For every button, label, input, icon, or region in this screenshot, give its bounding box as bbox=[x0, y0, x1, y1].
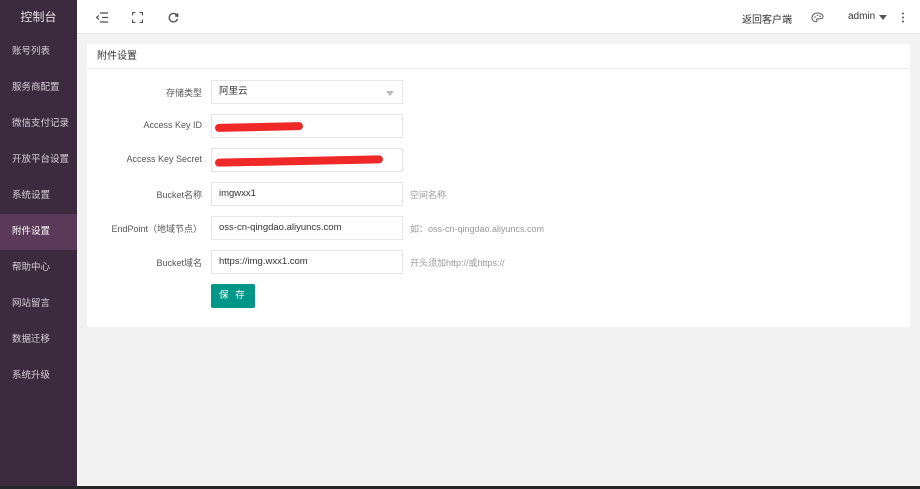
attachment-settings-panel: 附件设置 存储类型 阿里云 Access Key ID Access Key S… bbox=[87, 44, 910, 327]
form-row-access-key-secret: Access Key Secret bbox=[87, 148, 910, 172]
back-to-client-link[interactable]: 返回客户端 bbox=[742, 11, 792, 26]
panel-title: 附件设置 bbox=[87, 44, 910, 69]
storage-type-select[interactable]: 阿里云 bbox=[211, 80, 403, 104]
user-menu[interactable]: admin bbox=[848, 11, 875, 22]
sidebar-item-accounts[interactable]: 账号列表 bbox=[0, 34, 77, 70]
bucket-name-input[interactable]: imgwxx1 bbox=[211, 182, 403, 206]
sidebar-item-data-migration[interactable]: 数据迁移 bbox=[0, 322, 77, 358]
access-key-secret-label: Access Key Secret bbox=[126, 154, 202, 164]
caret-down-icon bbox=[875, 10, 891, 26]
chevron-down-icon bbox=[386, 91, 394, 96]
refresh-icon[interactable] bbox=[165, 9, 181, 25]
access-key-id-input[interactable] bbox=[211, 114, 403, 138]
sidebar-brand[interactable]: 控制台 bbox=[0, 0, 77, 34]
endpoint-hint: 如：oss-cn-qingdao.aliyuncs.com bbox=[410, 224, 545, 234]
save-button[interactable]: 保 存 bbox=[211, 284, 255, 308]
top-bar: 返回客户端 admin bbox=[77, 0, 920, 34]
storage-type-label: 存储类型 bbox=[165, 88, 202, 98]
form-row-endpoint: EndPoint（地域节点） oss-cn-qingdao.aliyuncs.c… bbox=[87, 216, 910, 240]
access-key-id-label: Access Key ID bbox=[143, 120, 202, 130]
sidebar: 控制台 账号列表 服务商配置 微信支付记录 开放平台设置 系统设置 附件设置 帮… bbox=[0, 0, 77, 489]
bucket-domain-label: Bucket域名 bbox=[156, 258, 202, 268]
form-row-bucket-domain: Bucket域名 https://img.wxx1.com 开头须加http:/… bbox=[87, 250, 910, 274]
form-row-access-key-id: Access Key ID bbox=[87, 114, 910, 138]
sidebar-item-system-upgrade[interactable]: 系统升级 bbox=[0, 358, 77, 394]
bucket-domain-input[interactable]: https://img.wxx1.com bbox=[211, 250, 403, 274]
menu-collapse-icon[interactable] bbox=[94, 9, 110, 25]
theme-palette-icon[interactable] bbox=[809, 9, 825, 25]
sidebar-item-wechat-pay[interactable]: 微信支付记录 bbox=[0, 106, 77, 142]
access-key-secret-input[interactable] bbox=[211, 148, 403, 172]
user-name: admin bbox=[848, 11, 876, 22]
form-row-storage-type: 存储类型 阿里云 bbox=[87, 80, 910, 104]
sidebar-item-help[interactable]: 帮助中心 bbox=[0, 250, 77, 286]
bucket-domain-hint: 开头须加http://或https:// bbox=[410, 258, 505, 268]
sidebar-item-messages[interactable]: 网站留言 bbox=[0, 286, 77, 322]
sidebar-item-attachment-settings[interactable]: 附件设置 bbox=[0, 214, 77, 250]
more-vertical-icon[interactable] bbox=[895, 9, 911, 25]
sidebar-item-open-platform[interactable]: 开放平台设置 bbox=[0, 142, 77, 178]
redaction-mark bbox=[214, 122, 304, 132]
endpoint-label: EndPoint（地域节点） bbox=[111, 224, 202, 234]
sidebar-item-system-settings[interactable]: 系统设置 bbox=[0, 178, 77, 214]
bucket-name-label: Bucket名称 bbox=[156, 190, 202, 200]
endpoint-input[interactable]: oss-cn-qingdao.aliyuncs.com bbox=[211, 216, 403, 240]
storage-type-value: 阿里云 bbox=[219, 86, 248, 97]
redaction-mark bbox=[214, 155, 384, 167]
sidebar-item-provider-config[interactable]: 服务商配置 bbox=[0, 70, 77, 106]
bucket-name-hint: 空间名称 bbox=[410, 190, 447, 200]
form-row-bucket-name: Bucket名称 imgwxx1 空间名称 bbox=[87, 182, 910, 206]
fullscreen-icon[interactable] bbox=[129, 9, 145, 25]
